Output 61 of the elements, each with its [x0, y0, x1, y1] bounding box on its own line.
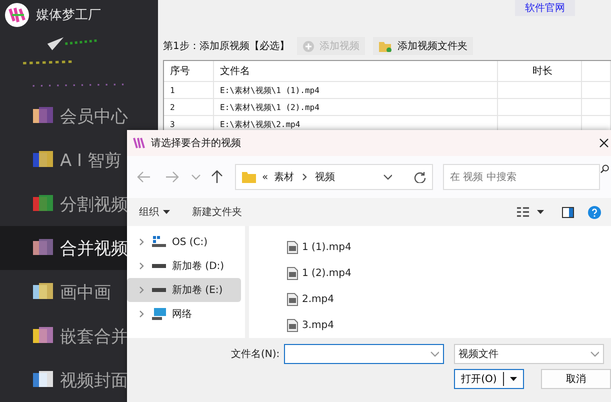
organize-button[interactable]: 组织 — [137, 203, 172, 221]
cancel-button[interactable]: 取消 — [541, 369, 611, 389]
dialog-title: 请选择要合并的视频 — [151, 136, 242, 150]
chevron-down-icon — [590, 349, 599, 359]
chevron-right-icon — [137, 237, 146, 247]
file-item[interactable]: 1 (1).mp4 — [287, 234, 611, 260]
preview-pane-icon[interactable] — [562, 206, 574, 218]
table-cell: 1 — [164, 82, 214, 98]
filename-label: 文件名(N): — [231, 348, 280, 361]
close-icon[interactable] — [599, 138, 609, 148]
search-icon — [600, 164, 609, 174]
file-item[interactable]: 3.mp4 — [287, 312, 611, 338]
chevron-right-icon — [137, 285, 146, 295]
refresh-icon[interactable] — [414, 171, 426, 183]
table-cell: E:\素材\视频\1 (1).mp4 — [214, 82, 498, 98]
file-item[interactable]: 2.mp4 — [287, 286, 611, 312]
view-icon[interactable] — [517, 207, 529, 217]
logo-icon — [4, 2, 30, 28]
app-icon — [133, 137, 145, 149]
video-file-icon — [287, 266, 298, 280]
overflow-mark: « — [262, 172, 268, 182]
column-header: 时长 — [498, 61, 582, 81]
column-header: 文件名 — [214, 61, 498, 81]
chevron-right-icon — [137, 309, 146, 319]
plus-icon — [303, 40, 314, 52]
file-item[interactable]: 1 (2).mp4 — [287, 260, 611, 286]
drive-icon — [152, 288, 166, 292]
folder-icon — [379, 40, 392, 52]
drive-icon — [152, 264, 166, 268]
breadcrumb[interactable]: 视频 — [315, 170, 336, 184]
app-name: 媒体梦工厂 — [36, 7, 101, 24]
open-button[interactable]: 打开(O) — [454, 369, 524, 389]
chevron-right-icon — [137, 261, 146, 271]
sidebar-item[interactable]: 视频封面 — [0, 358, 158, 402]
step-label: 第1步：添加原视频【必选】 — [163, 40, 290, 53]
sidebar-item[interactable]: 会员中心 — [0, 94, 158, 138]
video-file-icon — [287, 318, 298, 332]
breadcrumb[interactable]: 素材 — [274, 170, 294, 184]
filename-field[interactable] — [284, 344, 444, 364]
nav-tree-item[interactable]: 新加卷 (E:) — [127, 278, 241, 302]
add-folder-button[interactable]: 添加视频文件夹 — [373, 37, 474, 55]
chevron-right-icon — [300, 172, 310, 182]
caret-icon[interactable] — [537, 210, 544, 214]
network-icon — [152, 308, 166, 320]
video-file-icon — [287, 240, 298, 254]
filetype-dropdown[interactable]: 视频文件 — [454, 344, 604, 364]
chevron-down-icon — [383, 172, 392, 182]
folder-icon — [242, 172, 256, 182]
table-cell: 2 — [164, 99, 214, 115]
up-icon[interactable] — [211, 170, 223, 184]
new-folder-button[interactable]: 新建文件夹 — [190, 203, 244, 221]
column-header: 序号 — [164, 61, 214, 81]
drive-icon — [152, 236, 166, 248]
help-icon[interactable] — [588, 206, 601, 218]
table-cell: E:\素材\视频\1 (2).mp4 — [214, 99, 498, 115]
chevron-down-icon — [430, 349, 439, 359]
website-link[interactable]: 软件官网 — [515, 0, 575, 16]
caret-icon — [163, 210, 170, 214]
video-file-icon — [287, 292, 298, 306]
address-bar[interactable]: « 素材 视频 — [235, 164, 433, 190]
caret-icon — [510, 377, 517, 381]
